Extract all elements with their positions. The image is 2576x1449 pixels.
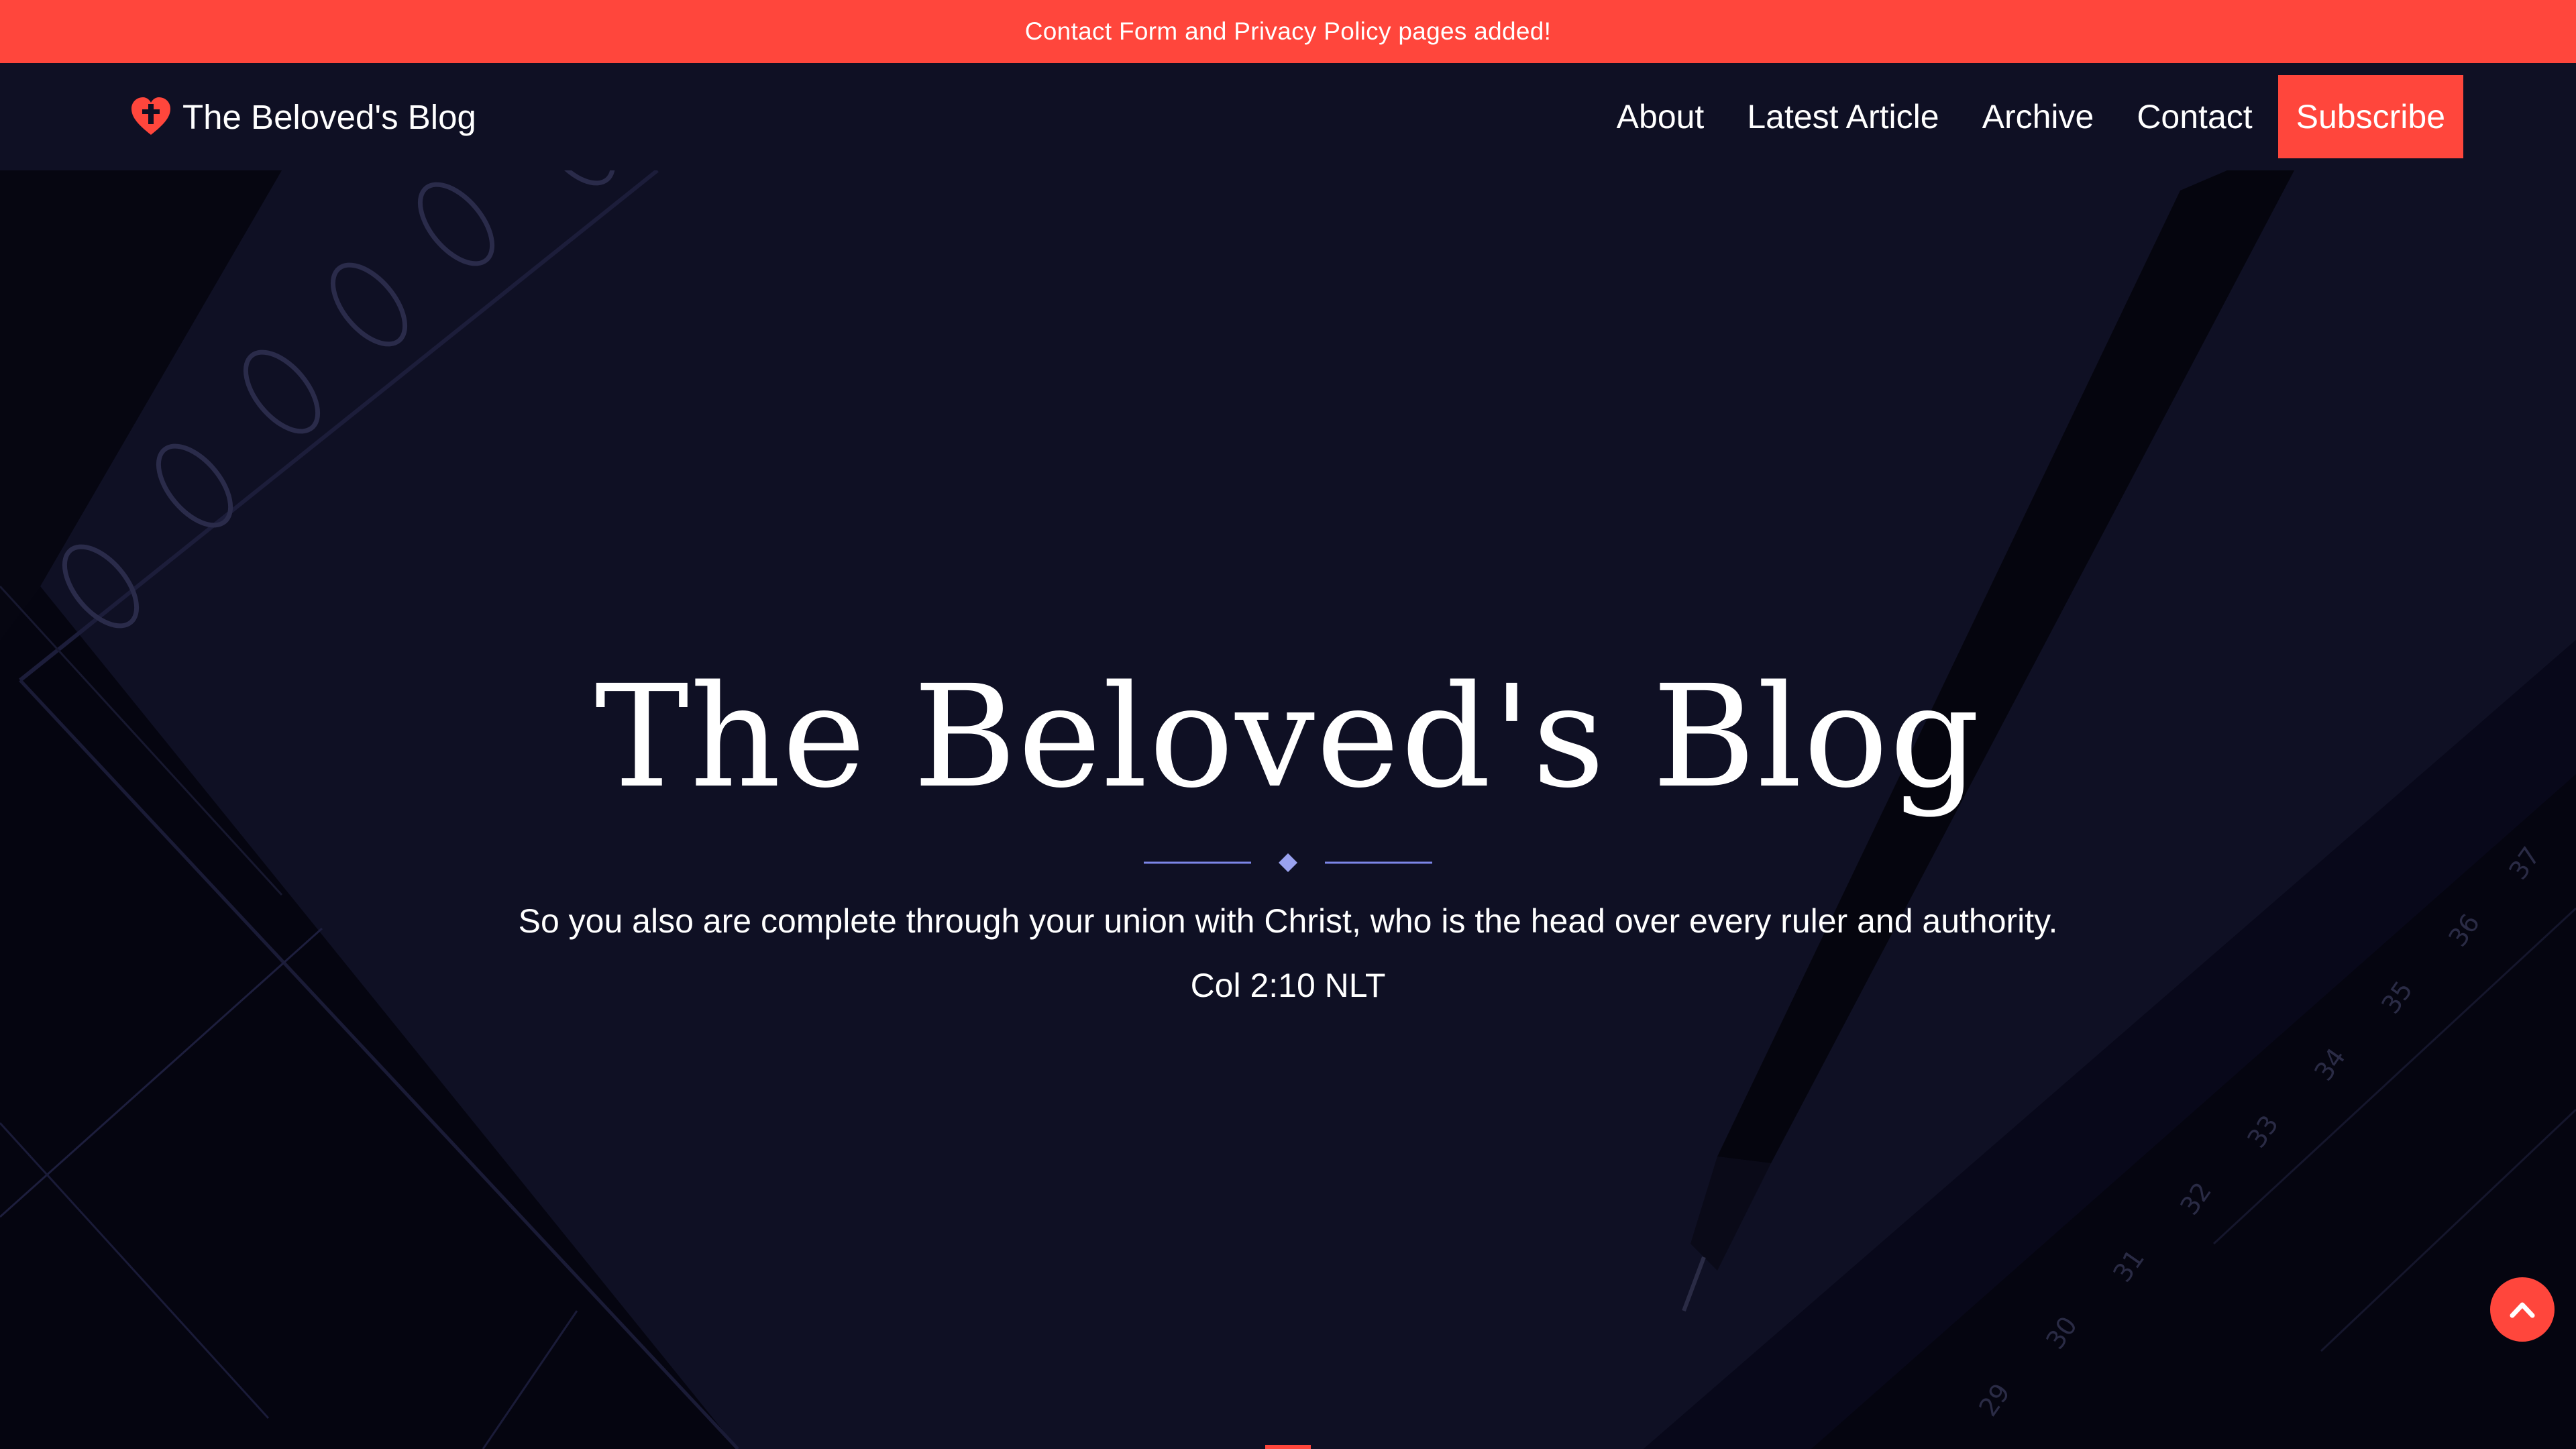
nav-link-contact[interactable]: Contact [2137,97,2252,136]
chevron-up-icon [2510,1302,2535,1318]
brand-link[interactable]: The Beloved's Blog [129,63,476,170]
nav-link-latest-article[interactable]: Latest Article [1747,97,1939,136]
announcement-banner: Contact Form and Privacy Policy pages ad… [0,0,2576,63]
nav-link-about[interactable]: About [1617,97,1705,136]
scroll-to-top-button[interactable] [2490,1277,2555,1342]
hero-divider [1144,853,1432,872]
scroll-indicator[interactable] [1265,1445,1311,1449]
main-navbar: The Beloved's Blog About Latest Article … [0,63,2576,170]
nav-link-archive[interactable]: Archive [1982,97,2094,136]
hero-title: The Beloved's Blog [594,655,1982,819]
announcement-text: Contact Form and Privacy Policy pages ad… [1024,17,1552,45]
subscribe-button[interactable]: Subscribe [2277,75,2463,158]
diamond-icon [1279,853,1297,872]
brand-name: The Beloved's Blog [182,97,476,136]
nav-links: About Latest Article Archive Contact Sub… [1574,63,2463,170]
heart-cross-icon [129,95,173,139]
hero-verse: So you also are complete through your un… [518,902,2058,940]
hero-section: 37 36 35 34 33 32 31 30 29 The Beloved's… [0,170,2576,1449]
hero-verse-reference: Col 2:10 NLT [1190,967,1386,1004]
